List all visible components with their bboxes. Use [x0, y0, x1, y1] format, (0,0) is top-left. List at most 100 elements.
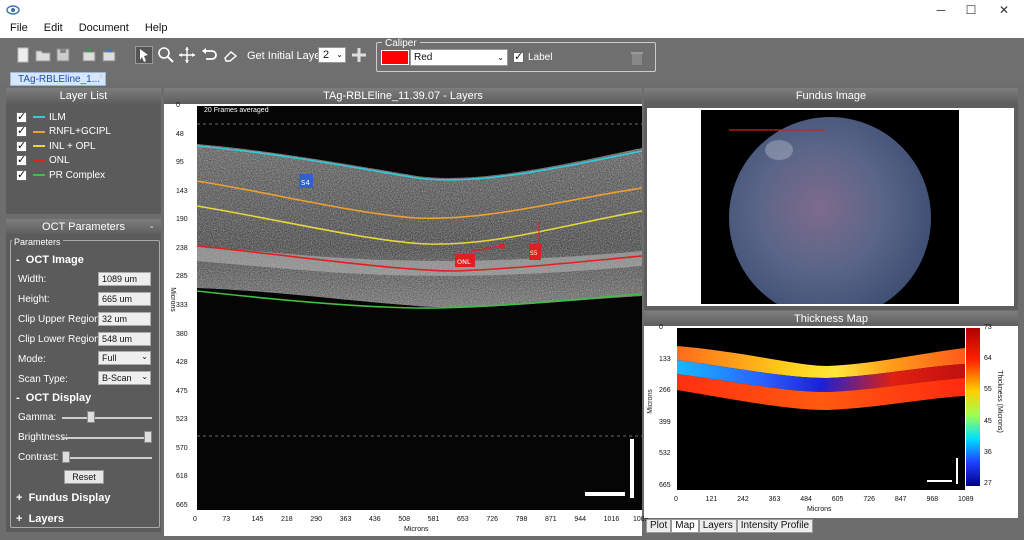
caliper-color-swatch[interactable] [381, 50, 409, 65]
reset-button[interactable]: Reset [64, 470, 104, 484]
new-document-icon[interactable] [14, 46, 32, 64]
tab-layers[interactable]: Layers [698, 519, 737, 533]
scan-type-label: Scan Type: [18, 374, 68, 385]
layer-checkbox-icon[interactable] [16, 124, 27, 137]
pan-move-icon[interactable] [178, 46, 196, 64]
layer-checkbox-icon[interactable] [16, 153, 27, 166]
label-checkbox-icon[interactable] [513, 50, 524, 63]
select-arrow-icon: ⌄ [497, 53, 504, 62]
thickness-map-image[interactable] [677, 328, 965, 490]
tab-intensity-profile[interactable]: Intensity Profile [736, 519, 814, 533]
document-tab-close-icon[interactable]: × [98, 72, 104, 83]
gamma-slider[interactable] [62, 417, 152, 419]
axis-tick-label: 653 [457, 516, 469, 523]
add-layer-icon[interactable] [350, 46, 368, 64]
layer-item[interactable]: ILM [16, 110, 66, 124]
height-field[interactable]: 665 um [98, 292, 151, 306]
scan-type-select[interactable]: B-Scan ⌄ [98, 371, 151, 385]
onl-caliper-label: ONL [457, 258, 471, 266]
save-icon[interactable] [54, 46, 72, 64]
mode-select[interactable]: Full ⌄ [98, 351, 151, 365]
contrast-label: Contrast: [18, 452, 59, 463]
axis-tick-label: 145 [251, 516, 264, 523]
fundus-image[interactable] [701, 110, 959, 304]
contrast-slider-thumb[interactable] [62, 451, 70, 463]
layer-item[interactable]: RNFL+GCIPL [16, 124, 111, 139]
minimize-button[interactable]: ─ [926, 0, 956, 20]
layers-count-value: 2 [323, 49, 330, 61]
tab-plot[interactable]: Plot [646, 519, 672, 533]
axis-tick-label: 95 [176, 159, 184, 167]
oct-image-section[interactable]: - OCT Image [16, 254, 84, 266]
layer-item[interactable]: INL + OPL [16, 139, 96, 153]
oct-view-panel: S4 ONL S5 20 Frames averaged 0 48 95 143 190… [164, 102, 649, 536]
caliper-color-select[interactable]: Red ⌄ [410, 49, 508, 66]
axis-tick-label: 726 [863, 496, 876, 503]
oct-x-axis-label: Microns [404, 526, 429, 533]
export-green-icon[interactable] [80, 46, 98, 64]
zoom-icon[interactable] [157, 46, 175, 64]
fundus-display-section[interactable]: + Fundus Display [16, 492, 110, 504]
gamma-slider-thumb[interactable] [86, 411, 95, 423]
export-blue-icon[interactable] [100, 46, 118, 64]
trash-icon[interactable] [630, 50, 644, 66]
tab-map[interactable]: Map [671, 519, 699, 533]
menu-help[interactable]: Help [135, 20, 174, 38]
caliper-color-value: Red [414, 52, 433, 63]
axis-tick-label: 665 [176, 502, 188, 509]
clip-lower-field[interactable]: 548 um [98, 332, 151, 346]
axis-tick-label: 0 [193, 516, 197, 523]
app-eye-icon [6, 5, 20, 15]
layer-checkbox-icon[interactable] [16, 139, 27, 152]
maximize-button[interactable]: ☐ [956, 0, 986, 20]
axis-tick-label: 55 [984, 386, 992, 394]
parameters-group-title: Parameters [12, 237, 63, 247]
layers-section[interactable]: + Layers [16, 513, 64, 525]
oct-parameters-collapse-icon[interactable]: - [150, 222, 153, 233]
brightness-slider[interactable] [62, 437, 152, 439]
axis-tick-label: 0 [659, 324, 663, 331]
axis-tick-label: 665 [659, 482, 671, 489]
clip-upper-label: Clip Upper Region: [18, 314, 103, 325]
layer-item[interactable]: ONL [16, 153, 70, 168]
layers-count-spinner[interactable]: 2 ⌄ [318, 47, 346, 63]
oct-image-title: OCT Image [25, 254, 84, 266]
undo-icon[interactable] [200, 46, 218, 64]
mode-value: Full [102, 353, 117, 363]
menu-edit[interactable]: Edit [34, 20, 69, 38]
layer-checkbox-icon[interactable] [16, 110, 27, 123]
menu-document[interactable]: Document [69, 20, 135, 38]
axis-tick-label: 73 [222, 516, 231, 523]
document-tab[interactable]: TAg-RBLEline_1... [10, 72, 106, 86]
open-folder-icon[interactable] [34, 46, 52, 64]
contrast-slider[interactable] [62, 457, 152, 459]
brightness-slider-thumb[interactable] [144, 431, 152, 443]
fundus-display-toggle: + [16, 492, 23, 504]
axis-tick-label: 285 [176, 273, 188, 281]
layer-label: ILM [49, 111, 66, 123]
layer-label: INL + OPL [49, 140, 96, 152]
axis-tick-label: 27 [984, 480, 992, 487]
width-field[interactable]: 1089 um [98, 272, 151, 286]
close-button[interactable]: ✕ [986, 0, 1022, 20]
layer-color-swatch [33, 145, 45, 147]
menu-file[interactable]: File [0, 20, 34, 38]
right-bottom-tabs: Plot Map Layers Intensity Profile [646, 519, 814, 533]
oct-view-header: TAg-RBLEline_11.39.07 - Layers [164, 88, 642, 104]
spinner-arrow-icon: ⌄ [336, 50, 343, 59]
axis-tick-label: 871 [545, 516, 557, 523]
axis-tick-label: 190 [176, 216, 188, 224]
pointer-tool-icon[interactable] [135, 46, 153, 64]
oct-bscan-image[interactable]: S4 ONL S5 [197, 106, 642, 510]
caliper-label-checkbox[interactable]: Label [513, 50, 552, 63]
layer-checkbox-icon[interactable] [16, 168, 27, 181]
axis-tick-label: 121 [705, 496, 718, 503]
clip-upper-field[interactable]: 32 um [98, 312, 151, 326]
oct-display-title: OCT Display [25, 392, 92, 404]
axis-tick-label: 0 [176, 102, 180, 109]
oct-display-section[interactable]: - OCT Display [16, 392, 91, 404]
axis-tick-label: 1089 [958, 496, 974, 503]
layer-item[interactable]: PR Complex [16, 168, 105, 182]
eraser-icon[interactable] [222, 46, 240, 64]
fundus-display-title: Fundus Display [28, 492, 111, 504]
